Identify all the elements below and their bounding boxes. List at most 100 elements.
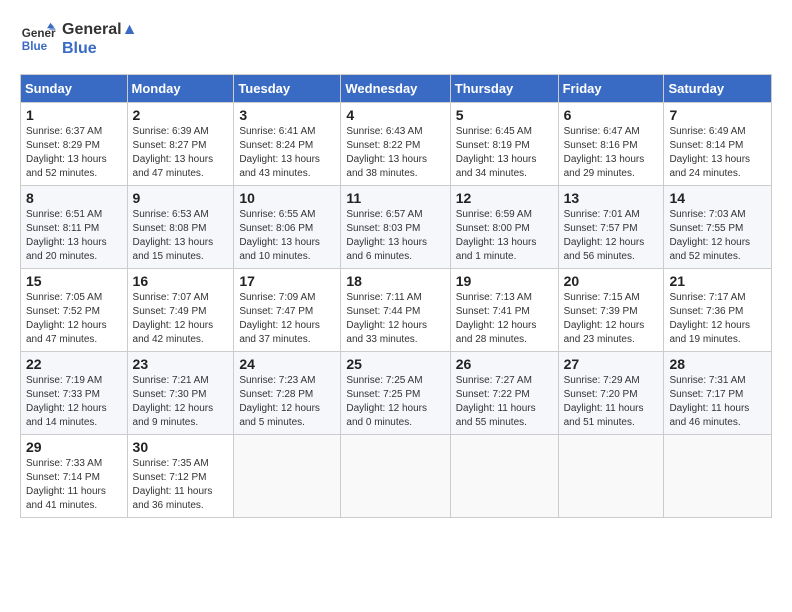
day-cell-6: 6 Sunrise: 6:47 AM Sunset: 8:16 PM Daylig… bbox=[558, 103, 664, 186]
week-row-2: 8 Sunrise: 6:51 AM Sunset: 8:11 PM Daylig… bbox=[21, 186, 772, 269]
svg-text:Blue: Blue bbox=[22, 40, 48, 53]
day-cell-26: 26 Sunrise: 7:27 AM Sunset: 7:22 PM Dayli… bbox=[450, 352, 558, 435]
day-number: 18 bbox=[346, 273, 444, 289]
empty-cell bbox=[234, 435, 341, 518]
day-cell-14: 14 Sunrise: 7:03 AM Sunset: 7:55 PM Dayli… bbox=[664, 186, 772, 269]
day-number: 2 bbox=[133, 107, 229, 123]
day-info: Sunrise: 7:19 AM Sunset: 7:33 PM Dayligh… bbox=[26, 374, 122, 430]
day-number: 6 bbox=[564, 107, 659, 123]
day-header-tuesday: Tuesday bbox=[234, 75, 341, 103]
day-cell-12: 12 Sunrise: 6:59 AM Sunset: 8:00 PM Dayli… bbox=[450, 186, 558, 269]
day-number: 14 bbox=[669, 190, 766, 206]
day-info: Sunrise: 7:31 AM Sunset: 7:17 PM Dayligh… bbox=[669, 374, 766, 430]
day-cell-8: 8 Sunrise: 6:51 AM Sunset: 8:11 PM Daylig… bbox=[21, 186, 128, 269]
day-info: Sunrise: 6:41 AM Sunset: 8:24 PM Dayligh… bbox=[239, 125, 335, 181]
day-headers-row: SundayMondayTuesdayWednesdayThursdayFrid… bbox=[21, 75, 772, 103]
logo-text: General▲ bbox=[62, 20, 137, 39]
empty-cell bbox=[558, 435, 664, 518]
empty-cell bbox=[341, 435, 450, 518]
day-header-sunday: Sunday bbox=[21, 75, 128, 103]
day-info: Sunrise: 7:03 AM Sunset: 7:55 PM Dayligh… bbox=[669, 208, 766, 264]
day-info: Sunrise: 7:27 AM Sunset: 7:22 PM Dayligh… bbox=[456, 374, 553, 430]
day-number: 16 bbox=[133, 273, 229, 289]
week-row-4: 22 Sunrise: 7:19 AM Sunset: 7:33 PM Dayli… bbox=[21, 352, 772, 435]
day-number: 17 bbox=[239, 273, 335, 289]
day-number: 15 bbox=[26, 273, 122, 289]
day-number: 1 bbox=[26, 107, 122, 123]
day-cell-1: 1 Sunrise: 6:37 AM Sunset: 8:29 PM Daylig… bbox=[21, 103, 128, 186]
header: General Blue General▲ Blue bbox=[20, 20, 772, 58]
empty-cell bbox=[664, 435, 772, 518]
day-number: 28 bbox=[669, 356, 766, 372]
day-info: Sunrise: 6:39 AM Sunset: 8:27 PM Dayligh… bbox=[133, 125, 229, 181]
day-header-saturday: Saturday bbox=[664, 75, 772, 103]
day-info: Sunrise: 7:21 AM Sunset: 7:30 PM Dayligh… bbox=[133, 374, 229, 430]
day-info: Sunrise: 6:47 AM Sunset: 8:16 PM Dayligh… bbox=[564, 125, 659, 181]
day-cell-19: 19 Sunrise: 7:13 AM Sunset: 7:41 PM Dayli… bbox=[450, 269, 558, 352]
day-info: Sunrise: 7:01 AM Sunset: 7:57 PM Dayligh… bbox=[564, 208, 659, 264]
day-header-thursday: Thursday bbox=[450, 75, 558, 103]
day-cell-28: 28 Sunrise: 7:31 AM Sunset: 7:17 PM Dayli… bbox=[664, 352, 772, 435]
day-info: Sunrise: 6:51 AM Sunset: 8:11 PM Dayligh… bbox=[26, 208, 122, 264]
day-number: 24 bbox=[239, 356, 335, 372]
day-cell-30: 30 Sunrise: 7:35 AM Sunset: 7:12 PM Dayli… bbox=[127, 435, 234, 518]
day-cell-22: 22 Sunrise: 7:19 AM Sunset: 7:33 PM Dayli… bbox=[21, 352, 128, 435]
day-info: Sunrise: 7:29 AM Sunset: 7:20 PM Dayligh… bbox=[564, 374, 659, 430]
day-number: 25 bbox=[346, 356, 444, 372]
day-number: 11 bbox=[346, 190, 444, 206]
day-cell-2: 2 Sunrise: 6:39 AM Sunset: 8:27 PM Daylig… bbox=[127, 103, 234, 186]
day-cell-17: 17 Sunrise: 7:09 AM Sunset: 7:47 PM Dayli… bbox=[234, 269, 341, 352]
day-number: 3 bbox=[239, 107, 335, 123]
logo-icon: General Blue bbox=[20, 21, 56, 57]
day-number: 30 bbox=[133, 439, 229, 455]
day-number: 8 bbox=[26, 190, 122, 206]
day-number: 29 bbox=[26, 439, 122, 455]
day-number: 7 bbox=[669, 107, 766, 123]
day-number: 23 bbox=[133, 356, 229, 372]
day-info: Sunrise: 7:13 AM Sunset: 7:41 PM Dayligh… bbox=[456, 291, 553, 347]
day-info: Sunrise: 7:25 AM Sunset: 7:25 PM Dayligh… bbox=[346, 374, 444, 430]
day-info: Sunrise: 6:53 AM Sunset: 8:08 PM Dayligh… bbox=[133, 208, 229, 264]
day-number: 10 bbox=[239, 190, 335, 206]
day-cell-25: 25 Sunrise: 7:25 AM Sunset: 7:25 PM Dayli… bbox=[341, 352, 450, 435]
day-info: Sunrise: 6:43 AM Sunset: 8:22 PM Dayligh… bbox=[346, 125, 444, 181]
week-row-3: 15Sunrise: 7:05 AM Sunset: 7:52 PM Dayli… bbox=[21, 269, 772, 352]
day-number: 20 bbox=[564, 273, 659, 289]
day-info: Sunrise: 7:17 AM Sunset: 7:36 PM Dayligh… bbox=[669, 291, 766, 347]
logo-blue: Blue bbox=[62, 39, 137, 58]
day-cell-9: 9Sunrise: 6:53 AM Sunset: 8:08 PM Daylig… bbox=[127, 186, 234, 269]
day-number: 13 bbox=[564, 190, 659, 206]
day-info: Sunrise: 7:35 AM Sunset: 7:12 PM Dayligh… bbox=[133, 457, 229, 513]
day-cell-11: 11 Sunrise: 6:57 AM Sunset: 8:03 PM Dayli… bbox=[341, 186, 450, 269]
day-number: 4 bbox=[346, 107, 444, 123]
day-info: Sunrise: 6:45 AM Sunset: 8:19 PM Dayligh… bbox=[456, 125, 553, 181]
logo: General Blue General▲ Blue bbox=[20, 20, 137, 58]
day-number: 21 bbox=[669, 273, 766, 289]
day-cell-18: 18 Sunrise: 7:11 AM Sunset: 7:44 PM Dayli… bbox=[341, 269, 450, 352]
day-cell-7: 7 Sunrise: 6:49 AM Sunset: 8:14 PM Daylig… bbox=[664, 103, 772, 186]
day-number: 26 bbox=[456, 356, 553, 372]
day-number: 12 bbox=[456, 190, 553, 206]
day-number: 5 bbox=[456, 107, 553, 123]
day-number: 22 bbox=[26, 356, 122, 372]
empty-cell bbox=[450, 435, 558, 518]
day-info: Sunrise: 7:11 AM Sunset: 7:44 PM Dayligh… bbox=[346, 291, 444, 347]
day-info: Sunrise: 6:59 AM Sunset: 8:00 PM Dayligh… bbox=[456, 208, 553, 264]
week-row-5: 29 Sunrise: 7:33 AM Sunset: 7:14 PM Dayli… bbox=[21, 435, 772, 518]
day-info: Sunrise: 6:57 AM Sunset: 8:03 PM Dayligh… bbox=[346, 208, 444, 264]
day-info: Sunrise: 6:49 AM Sunset: 8:14 PM Dayligh… bbox=[669, 125, 766, 181]
day-info: Sunrise: 7:33 AM Sunset: 7:14 PM Dayligh… bbox=[26, 457, 122, 513]
calendar-grid: SundayMondayTuesdayWednesdayThursdayFrid… bbox=[20, 74, 772, 518]
day-cell-27: 27 Sunrise: 7:29 AM Sunset: 7:20 PM Dayli… bbox=[558, 352, 664, 435]
day-header-friday: Friday bbox=[558, 75, 664, 103]
calendar-container: General Blue General▲ Blue SundayMondayT… bbox=[0, 0, 792, 612]
day-cell-29: 29 Sunrise: 7:33 AM Sunset: 7:14 PM Dayli… bbox=[21, 435, 128, 518]
day-number: 19 bbox=[456, 273, 553, 289]
day-cell-13: 13 Sunrise: 7:01 AM Sunset: 7:57 PM Dayli… bbox=[558, 186, 664, 269]
day-cell-3: 3 Sunrise: 6:41 AM Sunset: 8:24 PM Daylig… bbox=[234, 103, 341, 186]
day-cell-16: 16Sunrise: 7:07 AM Sunset: 7:49 PM Dayli… bbox=[127, 269, 234, 352]
day-info: Sunrise: 7:09 AM Sunset: 7:47 PM Dayligh… bbox=[239, 291, 335, 347]
day-info: Sunrise: 6:37 AM Sunset: 8:29 PM Dayligh… bbox=[26, 125, 122, 181]
day-info: Sunrise: 7:15 AM Sunset: 7:39 PM Dayligh… bbox=[564, 291, 659, 347]
day-number: 27 bbox=[564, 356, 659, 372]
